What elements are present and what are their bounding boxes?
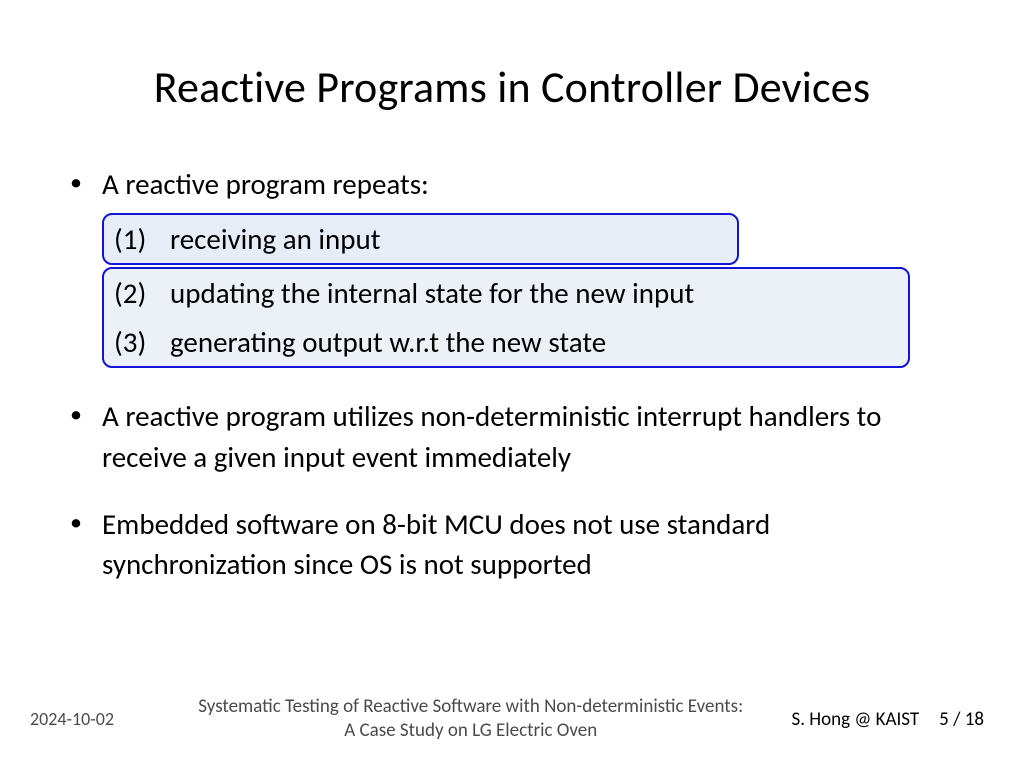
bullet-marker: • (70, 504, 102, 585)
bullet-3: • Embedded software on 8-bit MCU does no… (70, 504, 954, 585)
bullet-2: • A reactive program utilizes non-determ… (70, 396, 954, 477)
footer-author: S. Hong @ KAIST (791, 708, 919, 731)
step-1: (1) receiving an input (104, 215, 737, 264)
bullet-text: Embedded software on 8-bit MCU does not … (102, 504, 954, 585)
step-text: generating output w.r.t the new state (170, 322, 898, 363)
highlight-box-2: (2) updating the internal state for the … (102, 267, 910, 368)
footer-title: Systematic Testing of Reactive Software … (150, 695, 791, 744)
step-number: (3) (114, 322, 170, 363)
footer-title-line2: A Case Study on LG Electric Oven (344, 719, 597, 742)
slide-title: Reactive Programs in Controller Devices (70, 60, 954, 114)
slide-footer: 2024-10-02 Systematic Testing of Reactiv… (0, 695, 1024, 744)
step-number: (2) (114, 273, 170, 314)
step-3: (3) generating output w.r.t the new stat… (104, 318, 908, 367)
slide: Reactive Programs in Controller Devices … (0, 0, 1024, 768)
step-text: updating the internal state for the new … (170, 273, 898, 314)
highlight-box-1: (1) receiving an input (102, 213, 739, 266)
bullet-marker: • (70, 164, 102, 205)
step-text: receiving an input (170, 219, 727, 260)
footer-page: 5 / 18 (939, 708, 984, 731)
slide-content: • A reactive program repeats: (1) receiv… (70, 164, 954, 585)
bullet-text: A reactive program repeats: (102, 164, 954, 205)
bullet-marker: • (70, 396, 102, 477)
bullet-1: • A reactive program repeats: (70, 164, 954, 205)
numbered-steps: (1) receiving an input (2) updating the … (102, 213, 954, 369)
bullet-text: A reactive program utilizes non-determin… (102, 396, 954, 477)
step-number: (1) (114, 219, 170, 260)
footer-title-line1: Systematic Testing of Reactive Software … (198, 695, 743, 718)
step-2: (2) updating the internal state for the … (104, 269, 908, 318)
footer-date: 2024-10-02 (30, 708, 150, 730)
